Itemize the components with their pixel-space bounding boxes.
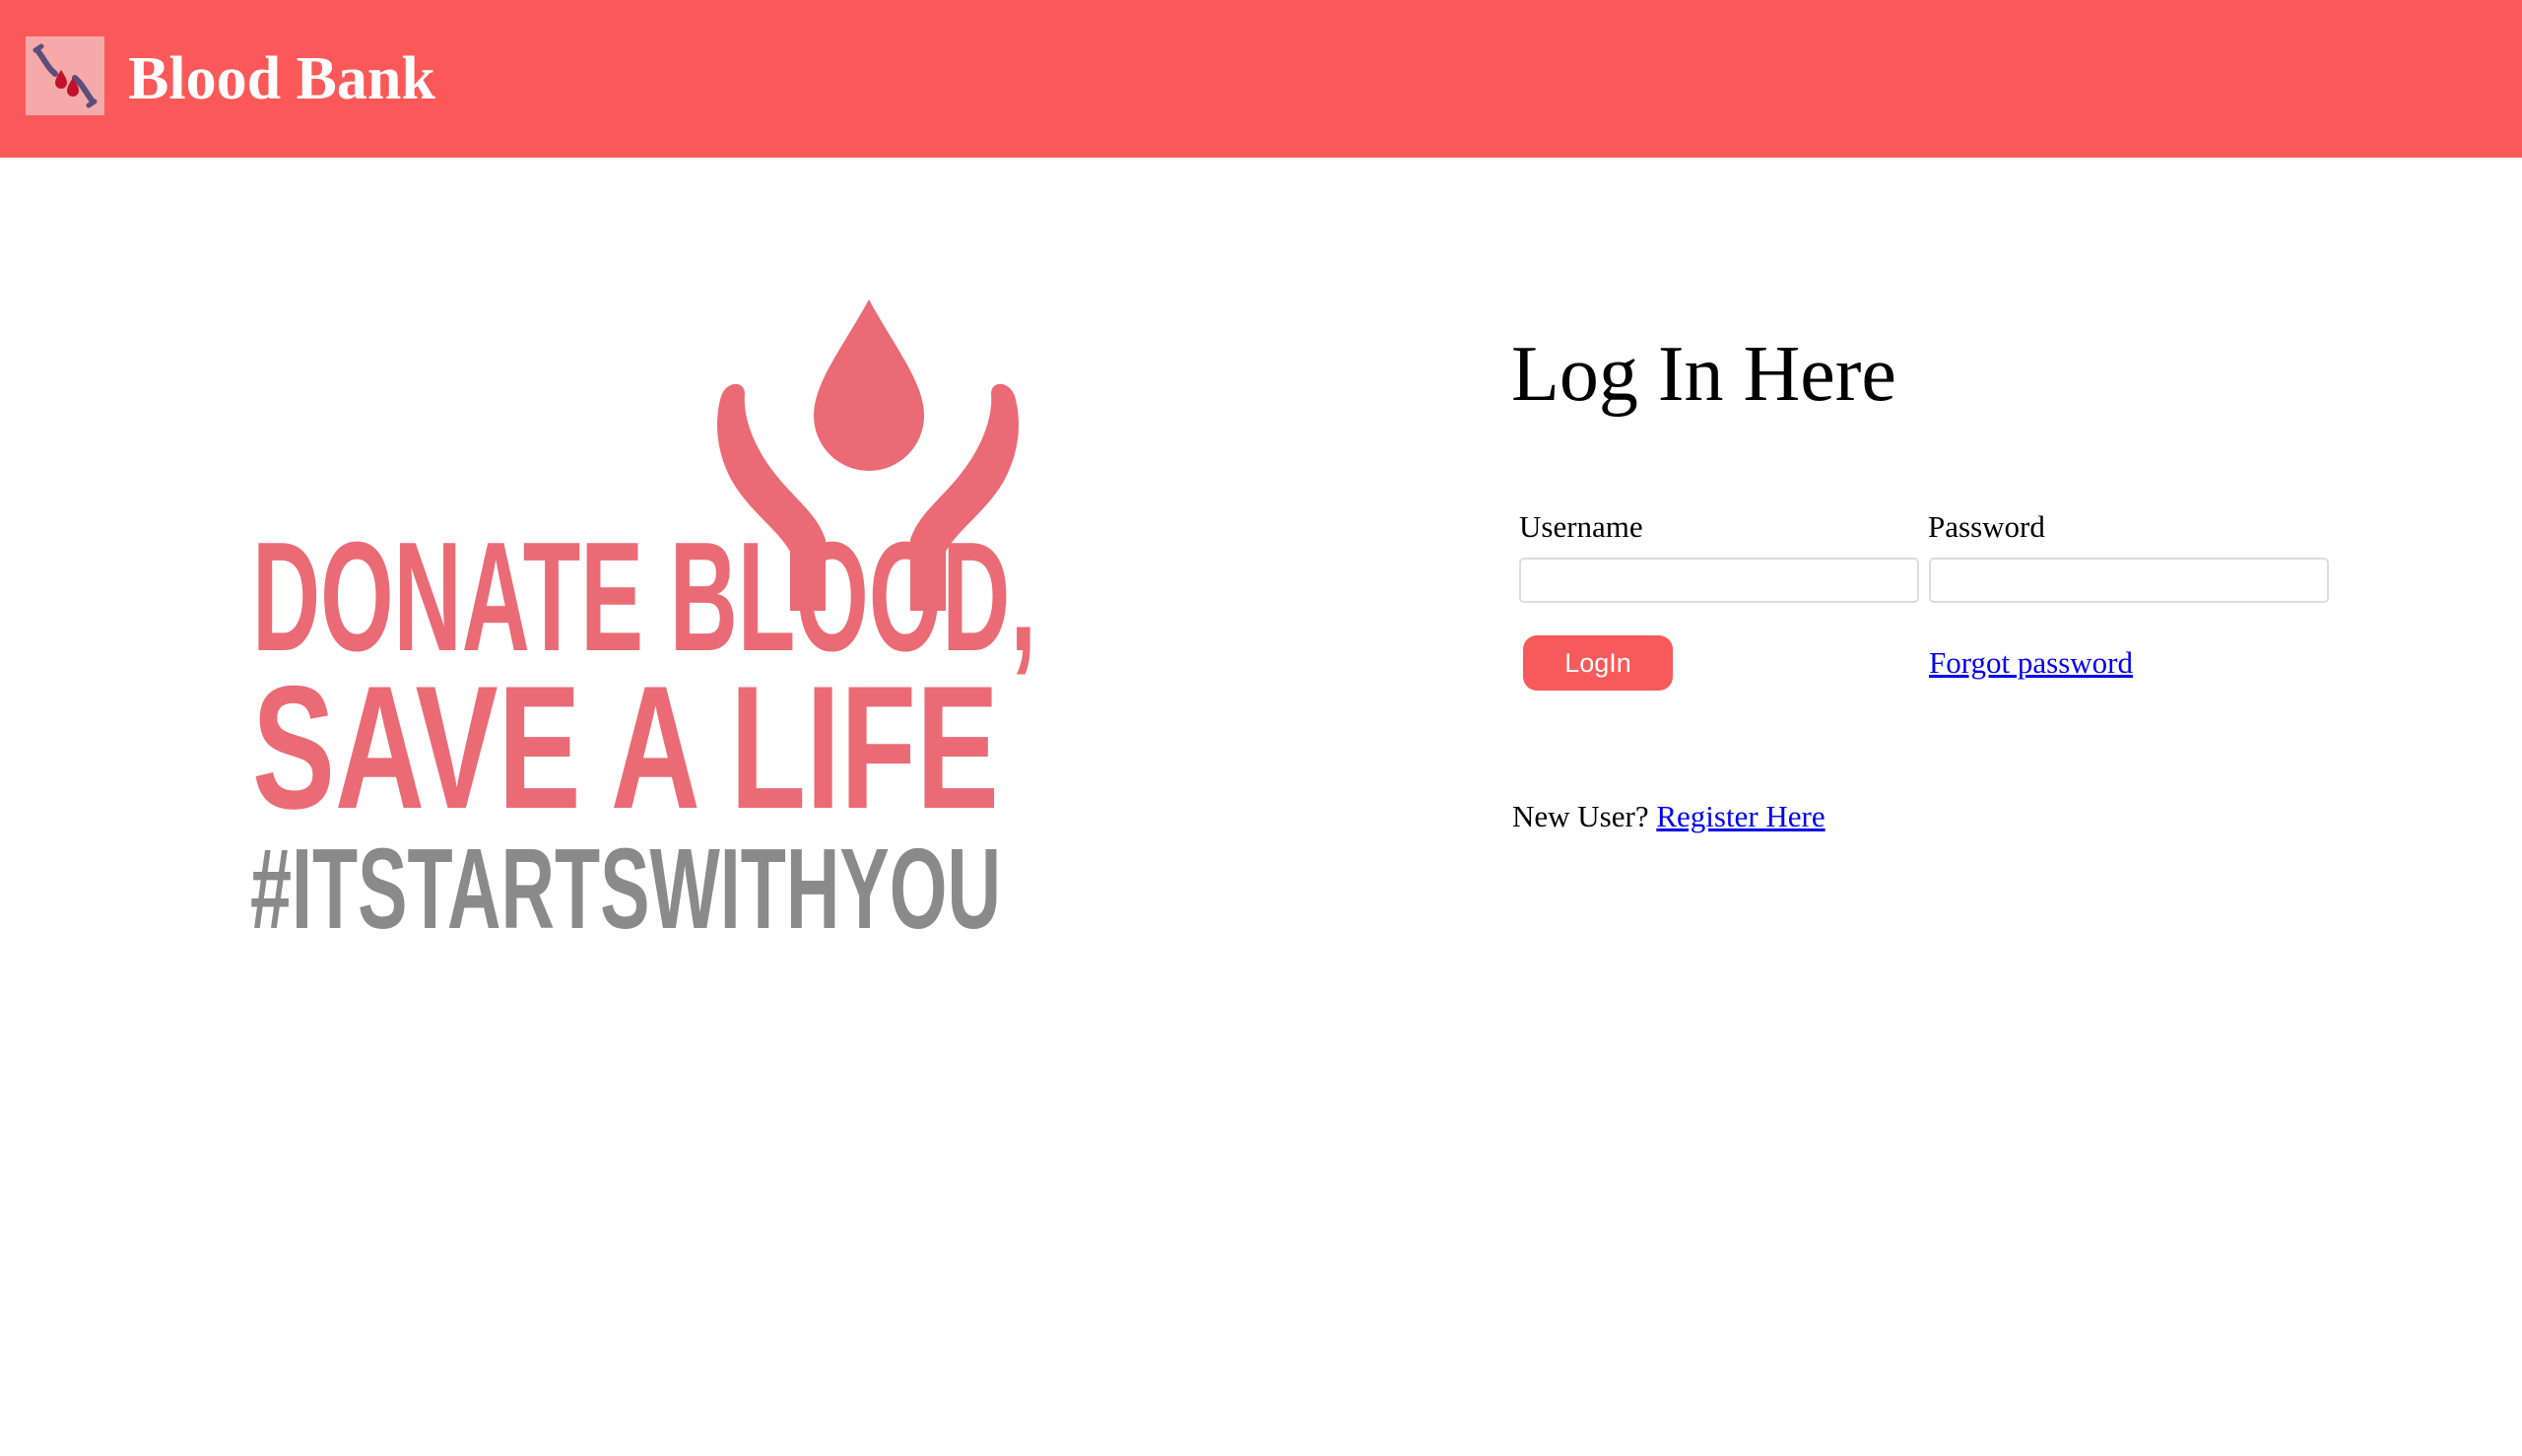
poster-line3: #ITSTARTSWITHYOU: [250, 825, 1001, 946]
poster-line2: SAVE A LIFE: [252, 649, 999, 845]
poster-graphic: DONATE BLOOD, SAVE A LIFE #ITSTARTSWITHY…: [250, 299, 1036, 946]
login-button[interactable]: LogIn: [1523, 635, 1673, 691]
new-user-text: New User?: [1512, 799, 1649, 833]
register-link[interactable]: Register Here: [1656, 799, 1825, 833]
logo-graphic: [33, 43, 98, 108]
new-user-prompt: New User? Register Here: [1512, 797, 1825, 836]
brand-title: Blood Bank: [128, 45, 435, 112]
forgot-password-link[interactable]: Forgot password: [1929, 643, 2133, 683]
password-field[interactable]: [1929, 558, 2329, 603]
password-label: Password: [1928, 509, 2045, 544]
username-field[interactable]: [1519, 558, 1919, 603]
login-title: Log In Here: [1511, 331, 1896, 418]
username-label: Username: [1519, 509, 1643, 544]
donate-blood-poster: DONATE BLOOD, SAVE A LIFE #ITSTARTSWITHY…: [246, 286, 1044, 946]
app-header: Blood Bank: [0, 0, 2522, 158]
hands-blood-drops-icon: [26, 36, 104, 115]
